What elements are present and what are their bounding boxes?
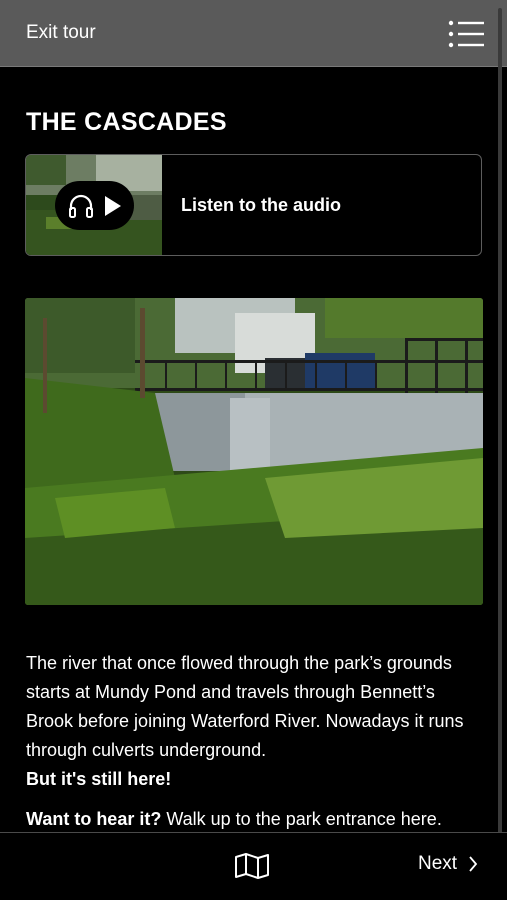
menu-button[interactable] bbox=[448, 19, 484, 49]
next-button[interactable]: Next bbox=[418, 853, 478, 875]
instruction-text: Walk up to the park entrance here. bbox=[161, 809, 442, 829]
map-button[interactable] bbox=[234, 852, 270, 880]
bottom-bar: Next bbox=[0, 832, 507, 900]
audio-label: Listen to the audio bbox=[181, 195, 341, 215]
exit-tour-button[interactable]: Exit tour bbox=[26, 22, 96, 44]
chevron-right-icon bbox=[469, 856, 478, 872]
top-bar: Exit tour bbox=[0, 0, 507, 67]
play-icon bbox=[105, 196, 121, 216]
stop-title: THE CASCADES bbox=[26, 108, 227, 136]
description-paragraph: The river that once flowed through the p… bbox=[26, 649, 486, 794]
scrollbar[interactable] bbox=[498, 8, 502, 896]
next-label: Next bbox=[418, 853, 458, 874]
description-text: The river that once flowed through the p… bbox=[26, 653, 464, 760]
list-menu-icon bbox=[448, 20, 484, 48]
description-emphasis: But it's still here! bbox=[26, 769, 172, 789]
instruction-paragraph: Want to hear it? Walk up to the park ent… bbox=[26, 805, 496, 834]
instruction-emphasis: Want to hear it? bbox=[26, 809, 162, 829]
map-icon bbox=[235, 853, 269, 879]
audio-player-card[interactable]: Listen to the audio bbox=[25, 154, 482, 256]
river-photo bbox=[25, 298, 483, 605]
audio-play-control[interactable] bbox=[55, 181, 134, 230]
headphones-icon bbox=[69, 194, 93, 218]
